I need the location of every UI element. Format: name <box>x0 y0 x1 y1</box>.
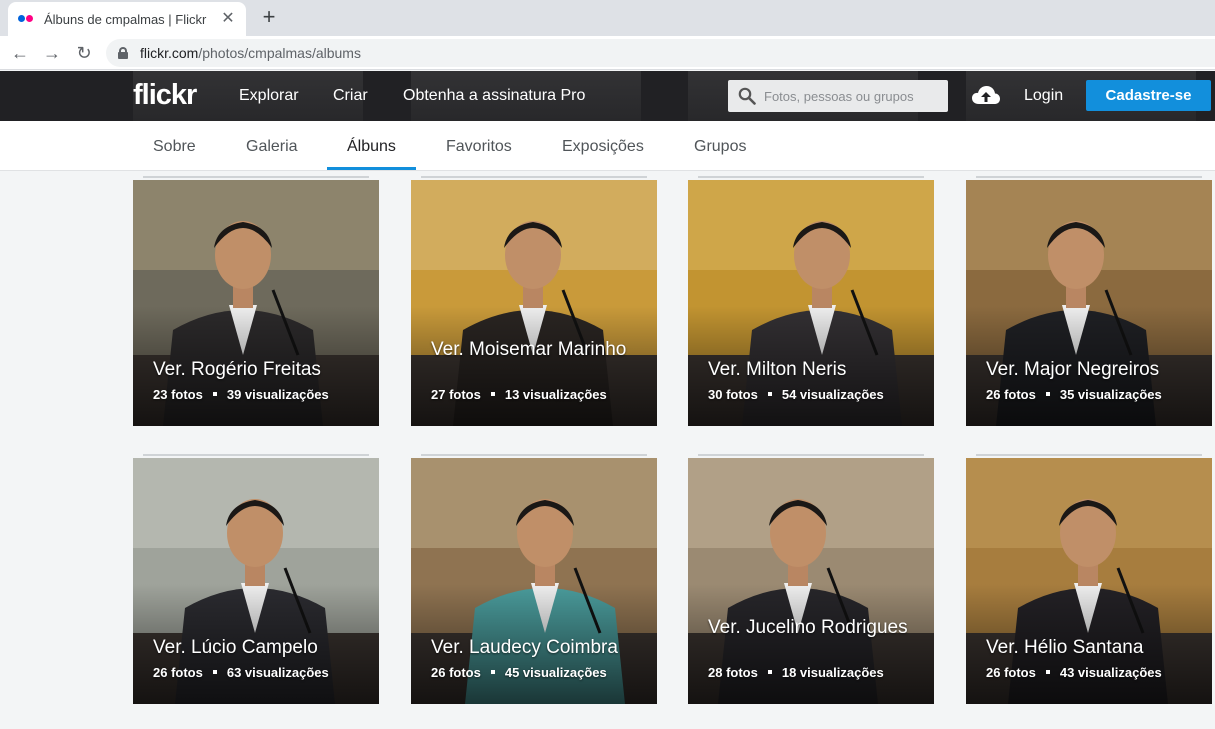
album-stats: 26 fotos 35 visualizações <box>986 387 1162 402</box>
tab-title: Álbuns de cmpalmas | Flickr <box>44 11 207 27</box>
tab-grupos[interactable]: Grupos <box>694 138 746 156</box>
album-card[interactable]: Ver. Laudecy Coimbra 26 fotos 45 visualiz… <box>411 458 657 704</box>
search-icon <box>738 87 756 105</box>
album-title: Ver. Milton Neris <box>708 359 847 380</box>
forward-icon[interactable]: → <box>40 41 64 65</box>
back-icon[interactable]: ← <box>8 41 32 65</box>
new-tab-button[interactable]: + <box>258 6 280 28</box>
album-title: Ver. Moisemar Marinho <box>431 339 627 360</box>
album-title: Ver. Rogério Freitas <box>153 359 321 380</box>
album-stats: 23 fotos 39 visualizações <box>153 387 329 402</box>
login-link[interactable]: Login <box>1024 87 1063 105</box>
browser-toolbar: ← → ↻ flickr.com/photos/cmpalmas/albums <box>0 36 1215 70</box>
album-card[interactable]: Ver. Hélio Santana 26 fotos 43 visualizaç… <box>966 458 1212 704</box>
album-stats: 27 fotos 13 visualizações <box>431 387 607 402</box>
album-card[interactable]: Ver. Moisemar Marinho 27 fotos 13 visuali… <box>411 180 657 426</box>
flickr-logo[interactable]: flickr <box>133 79 197 111</box>
album-stack-edge <box>976 454 1202 456</box>
search-input[interactable] <box>764 88 944 104</box>
album-title: Ver. Jucelino Rodrigues <box>708 617 908 638</box>
album-stack-edge <box>976 176 1202 178</box>
close-tab-icon[interactable]: ✕ <box>220 11 236 27</box>
tab-exposicoes[interactable]: Exposições <box>562 138 644 156</box>
browser-tabstrip: Álbuns de cmpalmas | Flickr ✕ + <box>0 0 1215 36</box>
album-stats: 26 fotos 45 visualizações <box>431 665 607 680</box>
album-card[interactable]: Ver. Lúcio Campelo 26 fotos 63 visualizaç… <box>133 458 379 704</box>
tab-galeria[interactable]: Galeria <box>246 138 298 156</box>
url-text: flickr.com/photos/cmpalmas/albums <box>140 45 361 61</box>
active-tab-indicator <box>327 167 416 170</box>
album-stats: 26 fotos 63 visualizações <box>153 665 329 680</box>
flickr-favicon-icon <box>18 14 34 24</box>
reload-icon[interactable]: ↻ <box>72 41 96 65</box>
album-card[interactable]: Ver. Rogério Freitas 23 fotos 39 visualiz… <box>133 180 379 426</box>
album-stack-edge <box>698 176 924 178</box>
address-bar[interactable]: flickr.com/photos/cmpalmas/albums <box>106 39 1215 67</box>
album-title: Ver. Lúcio Campelo <box>153 637 318 658</box>
album-stack-edge <box>698 454 924 456</box>
nav-explorar[interactable]: Explorar <box>239 87 299 105</box>
album-card[interactable]: Ver. Jucelino Rodrigues 28 fotos 18 visua… <box>688 458 934 704</box>
album-card[interactable]: Ver. Milton Neris 30 fotos 54 visualizaçõ… <box>688 180 934 426</box>
search-box[interactable] <box>728 80 948 112</box>
album-title: Ver. Laudecy Coimbra <box>431 637 618 658</box>
lock-icon <box>118 47 128 59</box>
album-stack-edge <box>143 454 369 456</box>
album-title: Ver. Hélio Santana <box>986 637 1144 658</box>
upload-cloud-icon[interactable] <box>971 84 1001 106</box>
album-stack-edge <box>421 176 647 178</box>
album-card[interactable]: Ver. Major Negreiros 26 fotos 35 visualiz… <box>966 180 1212 426</box>
tab-albuns[interactable]: Álbuns <box>347 138 396 156</box>
album-stats: 28 fotos 18 visualizações <box>708 665 884 680</box>
album-stack-edge <box>143 176 369 178</box>
nav-criar[interactable]: Criar <box>333 87 368 105</box>
tab-favoritos[interactable]: Favoritos <box>446 138 512 156</box>
album-stats: 30 fotos 54 visualizações <box>708 387 884 402</box>
album-stack-edge <box>421 454 647 456</box>
album-stats: 26 fotos 43 visualizações <box>986 665 1162 680</box>
signup-button[interactable]: Cadastre-se <box>1086 80 1211 111</box>
browser-tab[interactable]: Álbuns de cmpalmas | Flickr ✕ <box>8 2 246 36</box>
album-title: Ver. Major Negreiros <box>986 359 1160 380</box>
nav-pro[interactable]: Obtenha a assinatura Pro <box>403 87 585 105</box>
tab-sobre[interactable]: Sobre <box>153 138 196 156</box>
